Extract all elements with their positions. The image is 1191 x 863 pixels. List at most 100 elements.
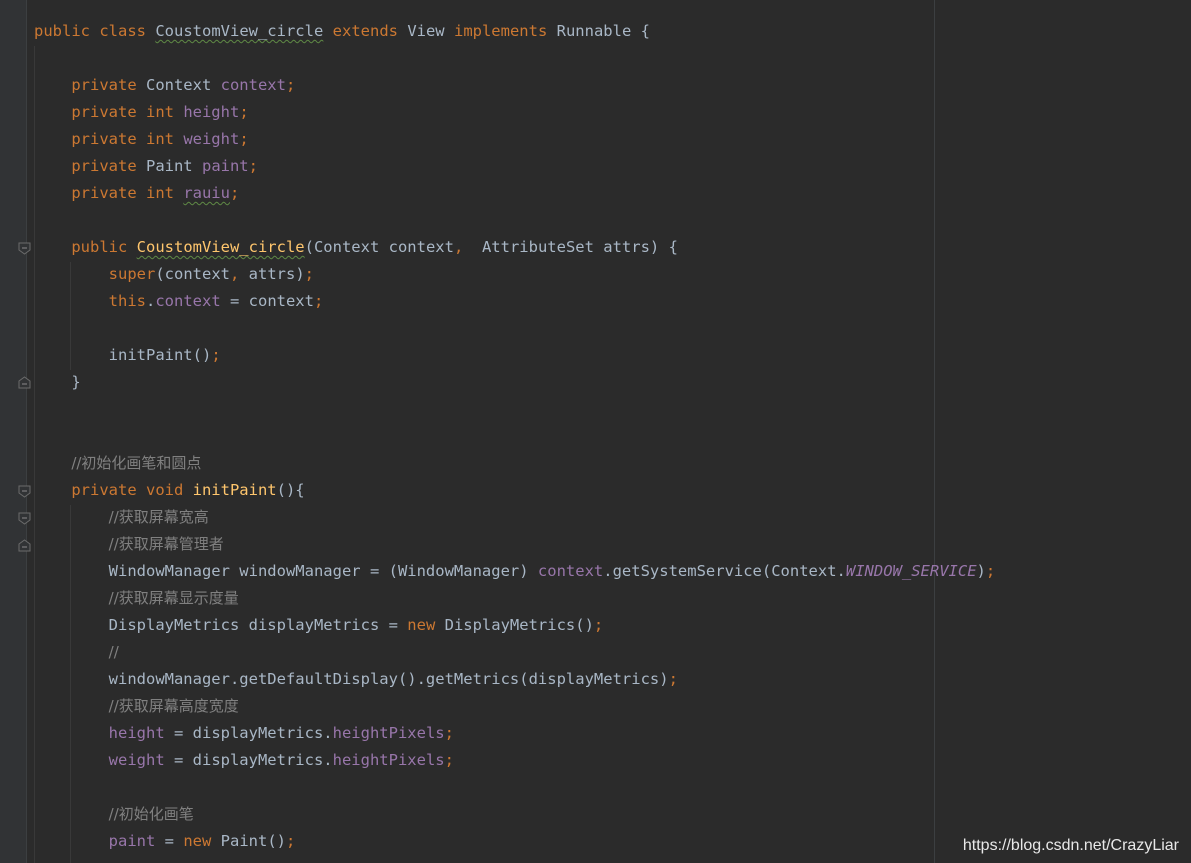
code-token: DisplayMetrics displayMetrics =: [34, 616, 408, 634]
code-token: ;: [229, 184, 240, 202]
code-token: ;: [985, 562, 996, 580]
code-line[interactable]: //获取屏幕显示度量: [34, 585, 239, 612]
code-token: //获取屏幕显示度量: [108, 589, 239, 607]
fold-constructor-end-icon[interactable]: [18, 376, 31, 389]
code-token: Context: [145, 76, 221, 94]
code-line[interactable]: private int rauiu;: [34, 180, 239, 207]
code-token: attrs): [248, 265, 305, 283]
code-line[interactable]: private Context context;: [34, 72, 295, 99]
code-token: Runnable {: [556, 22, 650, 40]
fold-constructor-start-icon[interactable]: [18, 242, 31, 255]
code-line[interactable]: private int weight;: [34, 126, 248, 153]
code-line[interactable]: weight = displayMetrics.heightPixels;: [34, 747, 454, 774]
code-token: View: [407, 22, 454, 40]
code-token: (){: [276, 481, 305, 499]
code-token: ;: [444, 724, 454, 742]
code-line[interactable]: height = displayMetrics.heightPixels;: [34, 720, 454, 747]
code-token: }: [34, 373, 81, 391]
watermark: https://blog.csdn.net/CrazyLiar: [962, 837, 1179, 855]
fold-comment-start-icon[interactable]: [18, 512, 31, 525]
code-token: private: [34, 157, 146, 175]
code-token: =: [155, 832, 184, 850]
code-token: = displayMetrics.: [164, 724, 333, 742]
code-line[interactable]: paint = new Paint();: [34, 828, 296, 855]
fold-comment-end-icon[interactable]: [18, 539, 31, 552]
code-token: public: [34, 238, 137, 256]
code-line[interactable]: private Paint paint;: [34, 153, 258, 180]
code-token: height: [183, 103, 240, 121]
code-token: //获取屏幕管理者: [108, 535, 224, 553]
code-line[interactable]: super(context, attrs);: [34, 261, 314, 288]
code-line[interactable]: }: [34, 369, 81, 396]
code-token: ;: [444, 751, 454, 769]
code-token: Paint(): [220, 832, 286, 850]
code-token: private int: [34, 130, 184, 148]
code-token: ;: [285, 76, 296, 94]
code-token: ;: [248, 157, 258, 175]
code-token: ;: [668, 670, 678, 688]
code-token: private int: [34, 103, 184, 121]
code-line[interactable]: //获取屏幕宽高: [34, 504, 209, 531]
code-token: ;: [285, 832, 296, 850]
code-token: ;: [304, 265, 314, 283]
code-line[interactable]: windowManager.getDefaultDisplay().getMet…: [34, 666, 678, 693]
code-line[interactable]: initPaint();: [34, 342, 221, 369]
code-line[interactable]: public class CoustomView_circle extends …: [34, 18, 650, 45]
code-line[interactable]: //: [34, 639, 119, 666]
code-token: height: [108, 724, 165, 742]
code-token: Paint: [145, 157, 202, 175]
code-token: context: [155, 292, 221, 310]
code-token: //初始化画笔和圆点: [71, 454, 202, 472]
editor-gutter[interactable]: [0, 0, 27, 863]
code-token: //获取屏幕高度宽度: [108, 697, 239, 715]
code-token: initPaint(): [34, 346, 212, 364]
code-line[interactable]: private void initPaint(){: [34, 477, 305, 504]
code-line[interactable]: //获取屏幕管理者: [34, 531, 224, 558]
code-token: ;: [239, 103, 249, 121]
code-token: .: [145, 292, 156, 310]
code-token: AttributeSet attrs) {: [481, 238, 678, 256]
code-line[interactable]: private int height;: [34, 99, 249, 126]
code-token: extends: [332, 22, 408, 40]
code-token: = context: [220, 292, 314, 310]
code-token: ;: [313, 292, 324, 310]
code-line[interactable]: //初始化画笔和圆点: [34, 450, 201, 477]
code-token: //获取屏幕宽高: [108, 508, 209, 526]
code-token: paint: [34, 832, 156, 850]
code-token: private: [34, 76, 146, 94]
code-line[interactable]: WindowManager windowManager = (WindowMan…: [34, 558, 996, 585]
code-token: weight: [108, 751, 165, 769]
code-token: heightPixels: [332, 724, 445, 742]
code-line[interactable]: public CoustomView_circle(Context contex…: [34, 234, 678, 261]
code-token: implements: [453, 22, 557, 40]
code-token: ,: [453, 238, 482, 256]
code-token: rauiu: [183, 184, 230, 202]
code-token: context: [537, 562, 604, 580]
code-token: (context: [155, 265, 230, 283]
code-token: heightPixels: [332, 751, 445, 769]
code-token: .getSystemService(Context.: [603, 562, 846, 580]
code-line[interactable]: //获取屏幕高度宽度: [34, 693, 239, 720]
code-token: super: [34, 265, 156, 283]
code-token: weight: [183, 130, 240, 148]
code-line[interactable]: this.context = context;: [34, 288, 324, 315]
code-token: windowManager.getDefaultDisplay().getMet…: [34, 670, 669, 688]
code-token: DisplayMetrics(): [444, 616, 594, 634]
code-line[interactable]: DisplayMetrics displayMetrics = new Disp…: [34, 612, 604, 639]
fold-initpaint-start-icon[interactable]: [18, 485, 31, 498]
code-token: WINDOW_SERVICE: [845, 562, 977, 580]
code-token: private int: [34, 184, 184, 202]
code-token: ,: [229, 265, 249, 283]
code-token: //初始化画笔: [108, 805, 194, 823]
code-line[interactable]: //初始化画笔: [34, 801, 194, 828]
